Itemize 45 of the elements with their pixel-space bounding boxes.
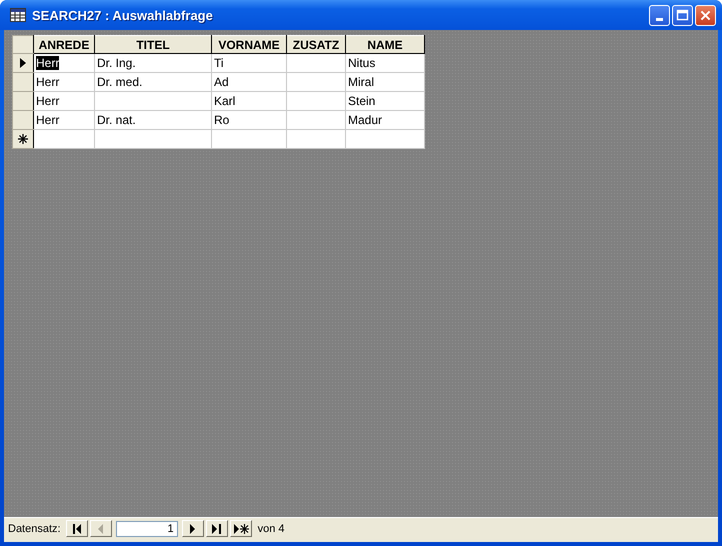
- table-cell: Herr: [36, 56, 60, 70]
- current-record-icon: [20, 58, 26, 68]
- minimize-icon: [656, 18, 663, 20]
- next-arrow-icon: [190, 524, 196, 534]
- last-record-button[interactable]: [206, 520, 228, 537]
- table-cell: Dr. med.: [97, 75, 142, 89]
- table-cell: Herr: [36, 113, 60, 127]
- table-cell: Herr: [36, 94, 60, 108]
- row-selector[interactable]: [12, 92, 34, 110]
- table-cell: Stein: [348, 94, 376, 108]
- minimize-button[interactable]: [649, 4, 670, 26]
- record-count: von 4: [258, 522, 285, 534]
- table-cell: Karl: [214, 94, 236, 108]
- last-arrow-icon: [212, 524, 222, 534]
- table-cell: Herr: [36, 75, 60, 89]
- row-selector[interactable]: [12, 130, 34, 148]
- first-arrow-icon: [70, 524, 83, 534]
- table-cell: Dr. nat.: [97, 113, 136, 127]
- table-cell: Ro: [214, 113, 230, 127]
- record-number-field[interactable]: 1: [116, 520, 178, 536]
- row-selector[interactable]: [12, 54, 34, 72]
- row-selector[interactable]: [12, 110, 34, 130]
- table-cell: Dr. Ing.: [97, 56, 136, 70]
- column-header[interactable]: TITEL: [94, 36, 212, 54]
- table-cell: Ad: [214, 75, 229, 89]
- table-cell: Madur: [348, 113, 382, 127]
- new-record-icon: [18, 134, 28, 144]
- column-header[interactable]: NAME: [346, 36, 424, 54]
- column-header[interactable]: ANREDE: [34, 36, 94, 54]
- table-cell: Miral: [348, 75, 374, 89]
- first-record-button[interactable]: [66, 520, 88, 537]
- datasheet-icon: [10, 8, 26, 22]
- column-header[interactable]: ZUSATZ: [286, 36, 346, 54]
- corner-cell: [12, 36, 34, 54]
- column-header[interactable]: VORNAME: [212, 36, 286, 54]
- record-label: Datensatz:: [8, 522, 61, 534]
- table-cell: Nitus: [348, 56, 376, 70]
- maximize-button[interactable]: [672, 4, 693, 26]
- close-button[interactable]: [695, 4, 716, 26]
- window-title: SEARCH27 : Auswahlabfrage: [32, 8, 214, 22]
- table-cell: Ti: [214, 56, 224, 70]
- new-record-button[interactable]: [230, 520, 252, 537]
- row-selector[interactable]: [12, 72, 34, 92]
- next-record-button[interactable]: [182, 520, 204, 537]
- arrow-asterisk-icon: [232, 524, 249, 534]
